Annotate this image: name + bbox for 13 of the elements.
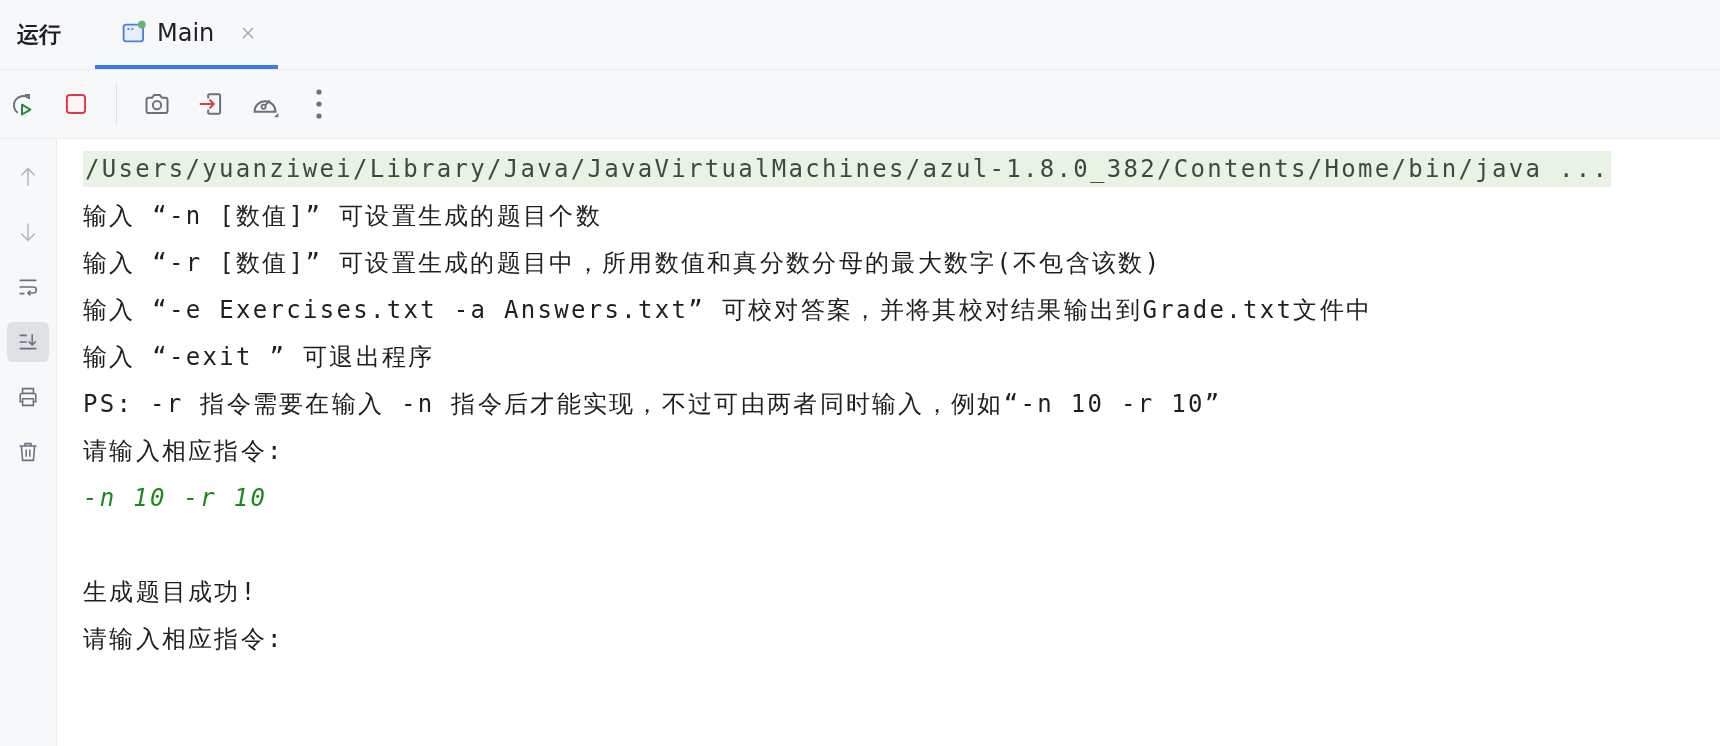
console-output: 输入 “-e Exercises.txt -a Answers.txt” 可校对答案，并将其校对结果输出到Grade.txt文件中	[83, 294, 1373, 326]
console-output: PS: -r 指令需要在输入 -n 指令后才能实现，不过可由两者同时输入，例如“-n 10 -r 10”	[83, 388, 1222, 420]
console-output: 输入 “-r [数值]” 可设置生成的题目中，所用数值和真分数分母的最大数字(不包含该数)	[83, 247, 1162, 279]
console-output: 输入 “-exit ” 可退出程序	[83, 341, 435, 373]
typed-command-text: -n 10 -r 10	[83, 483, 268, 512]
more-icon	[316, 89, 322, 119]
console-output: 生成题目成功!	[83, 576, 258, 608]
console-output: 请输入相应指令:	[83, 435, 284, 467]
scroll-to-end-button[interactable]	[7, 322, 49, 362]
console-output: 输入 “-n [数值]” 可设置生成的题目个数	[83, 200, 602, 232]
tool-window-title: 运行	[17, 20, 61, 49]
console-output: 请输入相应指令:	[83, 623, 284, 655]
printer-icon	[16, 385, 40, 409]
